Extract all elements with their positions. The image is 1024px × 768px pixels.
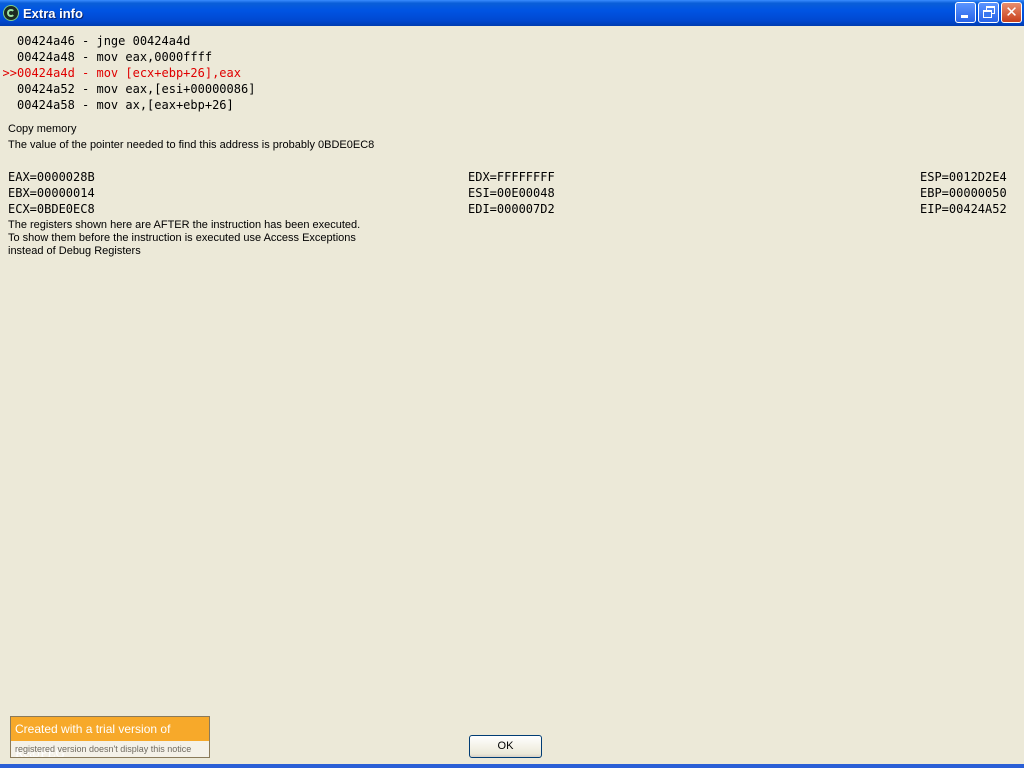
registers-note: The registers shown here are AFTER the i… [8, 219, 360, 258]
current-instruction-marker: >> [2, 66, 17, 80]
register-esp: ESP=0012D2E4 [920, 170, 1007, 184]
maximize-button[interactable] [978, 2, 999, 23]
note-line: To show them before the instruction is e… [8, 232, 356, 244]
register-ecx: ECX=0BDE0EC8 [8, 202, 95, 216]
instruction-text: 00424a4d - mov [ecx+ebp+26],eax [17, 66, 241, 80]
watermark-text: Created with a trial version of [15, 722, 171, 736]
copy-memory-label[interactable]: Copy memory [8, 123, 76, 135]
instruction-text: 00424a48 - mov eax,0000ffff [17, 50, 213, 64]
disassembly-line: 00424a48 - mov eax,0000ffff [0, 49, 255, 65]
register-ebx: EBX=00000014 [8, 186, 95, 200]
note-line: instead of Debug Registers [8, 245, 141, 257]
register-edi: EDI=000007D2 [468, 202, 555, 216]
register-eax: EAX=0000028B [8, 170, 95, 184]
trial-watermark: Created with a trial version of ReaJPEG … [10, 716, 210, 760]
close-icon: ✕ [1005, 3, 1018, 21]
cheat-engine-icon[interactable] [3, 5, 19, 21]
window-title: Extra info [23, 5, 83, 21]
register-edx: EDX=FFFFFFFF [468, 170, 555, 184]
registers-column-1: EAX=0000028B EBX=00000014 ECX=0BDE0EC8 [8, 169, 95, 217]
disassembly-line: 00424a52 - mov eax,[esi+00000086] [0, 81, 255, 97]
disassembly-list: 00424a46 - jnge 00424a4d 00424a48 - mov … [0, 33, 256, 113]
close-button[interactable]: ✕ [1001, 2, 1022, 23]
title-bar[interactable]: Extra info ✕ [0, 0, 1024, 26]
instruction-text: 00424a46 - jnge 00424a4d [17, 34, 191, 48]
minimize-icon [961, 15, 968, 18]
disassembly-line-current: >>00424a4d - mov [ecx+ebp+26],eax [0, 65, 255, 81]
register-ebp: EBP=00000050 [920, 186, 1007, 200]
note-line: The registers shown here are AFTER the i… [8, 219, 361, 231]
pointer-info-text: The value of the pointer needed to find … [8, 139, 375, 151]
disassembly-line: 00424a58 - mov ax,[eax+ebp+26] [0, 97, 255, 113]
disassembly-line: 00424a46 - jnge 00424a4d [0, 33, 255, 49]
register-esi: ESI=00E00048 [468, 186, 555, 200]
registers-column-3: ESP=0012D2E4 EBP=00000050 EIP=00424A52 [920, 169, 1007, 217]
minimize-button[interactable] [955, 2, 976, 23]
window-bottom-border [0, 764, 1024, 768]
instruction-text: 00424a52 - mov eax,[esi+00000086] [17, 82, 256, 96]
register-eip: EIP=00424A52 [920, 202, 1007, 216]
ok-button[interactable]: OK [469, 735, 542, 758]
watermark-banner: Created with a trial version of ReaJPEG [11, 717, 209, 760]
window-controls: ✕ [955, 2, 1022, 23]
watermark-subtext: registered version doesn't display this … [15, 744, 192, 754]
instruction-text: 00424a58 - mov ax,[eax+ebp+26] [17, 98, 234, 112]
registers-column-2: EDX=FFFFFFFF ESI=00E00048 EDI=000007D2 [468, 169, 555, 217]
